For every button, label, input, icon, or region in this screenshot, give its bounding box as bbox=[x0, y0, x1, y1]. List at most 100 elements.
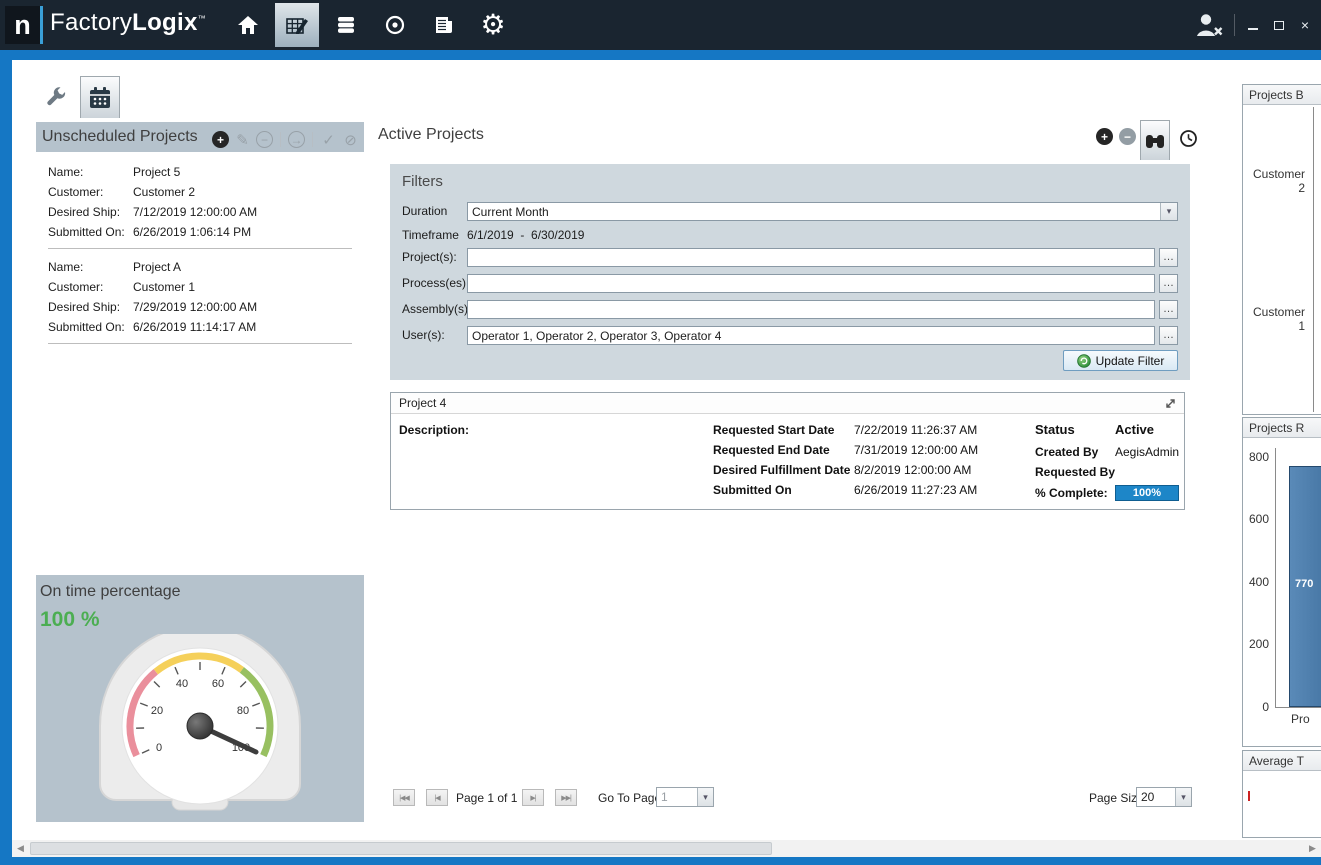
on-time-value: 100 % bbox=[40, 608, 100, 632]
projects-picker-button[interactable]: … bbox=[1159, 248, 1178, 267]
date-value: 7/31/2019 12:00:00 AM bbox=[854, 443, 978, 457]
field-label: Desired Ship: bbox=[48, 300, 133, 314]
svg-text:60: 60 bbox=[212, 678, 224, 690]
bar-value-label: 770 bbox=[1295, 578, 1313, 590]
timeframe-label: Timeframe bbox=[402, 226, 459, 245]
page-next-button[interactable]: ▶| bbox=[522, 789, 544, 806]
timeframe-value: 6/1/2019 - 6/30/2019 bbox=[467, 226, 584, 245]
list-item[interactable]: Name:Project A Customer:Customer 1 Desir… bbox=[48, 257, 352, 337]
schedule-arrow-button[interactable]: → bbox=[288, 131, 305, 148]
unscheduled-toolbar: + ✎ − → ✓ ⊘ bbox=[212, 131, 359, 148]
nav-home[interactable] bbox=[226, 3, 270, 47]
remove-button[interactable]: − bbox=[256, 131, 273, 148]
update-filter-icon bbox=[1077, 354, 1091, 368]
cancel-icon[interactable]: ⊘ bbox=[342, 131, 359, 148]
field-label: Customer: bbox=[48, 280, 133, 294]
chart-x-axis bbox=[1275, 707, 1321, 708]
page-prev-button[interactable]: |◀ bbox=[426, 789, 448, 806]
wrench-icon bbox=[44, 86, 68, 110]
goto-page-input[interactable] bbox=[657, 790, 697, 804]
chevron-down-icon[interactable]: ▾ bbox=[1175, 788, 1191, 806]
projects-chart-panel: Projects R 800 600 400 200 0 770 Pro bbox=[1242, 417, 1321, 747]
page-last-button[interactable]: ▶▶| bbox=[555, 789, 577, 806]
on-time-gauge: 0 20 40 60 80 100 bbox=[75, 634, 325, 814]
app-window: n FactoryLogix™ bbox=[0, 0, 1321, 865]
logo-letter: n bbox=[14, 10, 31, 41]
maximize-button[interactable] bbox=[1271, 17, 1287, 33]
average-panel-header[interactable]: Average T bbox=[1243, 751, 1321, 771]
unscheduled-list: Name:Project 5 Customer:Customer 2 Desir… bbox=[36, 152, 364, 575]
tab-history[interactable] bbox=[1176, 126, 1200, 150]
project-card-header[interactable]: Project 4 bbox=[391, 393, 1184, 414]
titlebar: n FactoryLogix™ bbox=[0, 0, 1321, 50]
minimize-button[interactable] bbox=[1245, 17, 1261, 33]
update-filter-label: Update Filter bbox=[1096, 354, 1165, 368]
description-label: Description: bbox=[399, 423, 469, 437]
scroll-right-icon[interactable]: ▶ bbox=[1304, 840, 1321, 857]
add-button[interactable]: + bbox=[212, 131, 229, 148]
field-label: Submitted On: bbox=[48, 225, 133, 239]
calendar-icon bbox=[87, 85, 113, 111]
user-logout-icon[interactable] bbox=[1194, 12, 1224, 38]
expand-icon[interactable] bbox=[1165, 398, 1176, 409]
project-card: Project 4 Description: Requested Start D… bbox=[390, 392, 1185, 510]
assemblies-input[interactable] bbox=[467, 300, 1155, 319]
processes-input[interactable] bbox=[467, 274, 1155, 293]
add-button[interactable]: + bbox=[1096, 128, 1113, 145]
goto-page-label: Go To Page bbox=[598, 791, 661, 805]
main-nav: ⚙ bbox=[226, 3, 515, 47]
gauge-hub bbox=[187, 713, 213, 739]
nav-settings[interactable]: ⚙ bbox=[471, 3, 515, 47]
page-size-value: 20 bbox=[1137, 790, 1175, 804]
projects-label: Project(s): bbox=[402, 248, 457, 267]
scrollbar-thumb[interactable] bbox=[30, 842, 772, 855]
unscheduled-projects-panel: Unscheduled Projects + ✎ − → ✓ ⊘ Name:Pr… bbox=[36, 122, 364, 822]
users-picker-button[interactable]: … bbox=[1159, 326, 1178, 345]
chevron-down-icon[interactable]: ▾ bbox=[697, 788, 713, 806]
update-filter-button[interactable]: Update Filter bbox=[1063, 350, 1178, 371]
projects-by-customer-panel: Projects B Customer 2 Customer 1 bbox=[1242, 84, 1321, 415]
nav-planning[interactable] bbox=[275, 3, 319, 47]
minimize-icon bbox=[1248, 20, 1258, 30]
category-label: Customer 2 bbox=[1245, 167, 1305, 195]
scroll-left-icon[interactable]: ◀ bbox=[12, 840, 29, 857]
remove-button[interactable]: − bbox=[1119, 128, 1136, 145]
field-label: Name: bbox=[48, 260, 133, 274]
duration-select[interactable]: Current Month ▾ bbox=[467, 202, 1178, 221]
app-brand: FactoryLogix™ bbox=[50, 9, 206, 37]
tab-schedule[interactable] bbox=[80, 76, 120, 118]
svg-text:40: 40 bbox=[176, 678, 188, 690]
complete-progress-bar: 100% bbox=[1115, 485, 1179, 501]
nav-production[interactable] bbox=[373, 3, 417, 47]
goto-page-input-combo[interactable]: ▾ bbox=[656, 787, 714, 807]
horizontal-scrollbar[interactable]: ◀ ▶ bbox=[12, 840, 1321, 857]
page-first-button[interactable]: |◀◀ bbox=[393, 789, 415, 806]
edit-icon[interactable]: ✎ bbox=[234, 131, 251, 148]
svg-text:0: 0 bbox=[156, 742, 162, 754]
close-icon: × bbox=[1301, 17, 1309, 33]
svg-text:20: 20 bbox=[151, 705, 163, 717]
project-name: Project A bbox=[133, 260, 181, 274]
complete-check-icon[interactable]: ✓ bbox=[320, 131, 337, 148]
tab-tools[interactable] bbox=[36, 78, 76, 118]
chevron-down-icon[interactable]: ▾ bbox=[1160, 203, 1177, 220]
tab-search-binoculars[interactable] bbox=[1140, 120, 1170, 160]
projects-by-customer-header[interactable]: Projects B bbox=[1243, 85, 1321, 105]
field-label: Name: bbox=[48, 165, 133, 179]
window-controls: × bbox=[1194, 0, 1313, 50]
nav-documents[interactable] bbox=[422, 3, 466, 47]
toolbar-separator bbox=[312, 132, 313, 147]
project-customer: Customer 2 bbox=[133, 185, 195, 199]
disc-icon bbox=[384, 14, 406, 36]
nav-materials[interactable] bbox=[324, 3, 368, 47]
assemblies-picker-button[interactable]: … bbox=[1159, 300, 1178, 319]
processes-picker-button[interactable]: … bbox=[1159, 274, 1178, 293]
list-item[interactable]: Name:Project 5 Customer:Customer 2 Desir… bbox=[48, 162, 352, 242]
page-size-select[interactable]: 20 ▾ bbox=[1136, 787, 1192, 807]
duration-value: Current Month bbox=[468, 205, 1160, 219]
users-input[interactable] bbox=[467, 326, 1155, 345]
unscheduled-title: Unscheduled Projects bbox=[42, 128, 198, 146]
projects-input[interactable] bbox=[467, 248, 1155, 267]
projects-chart-header[interactable]: Projects R bbox=[1243, 418, 1321, 438]
close-button[interactable]: × bbox=[1297, 17, 1313, 33]
